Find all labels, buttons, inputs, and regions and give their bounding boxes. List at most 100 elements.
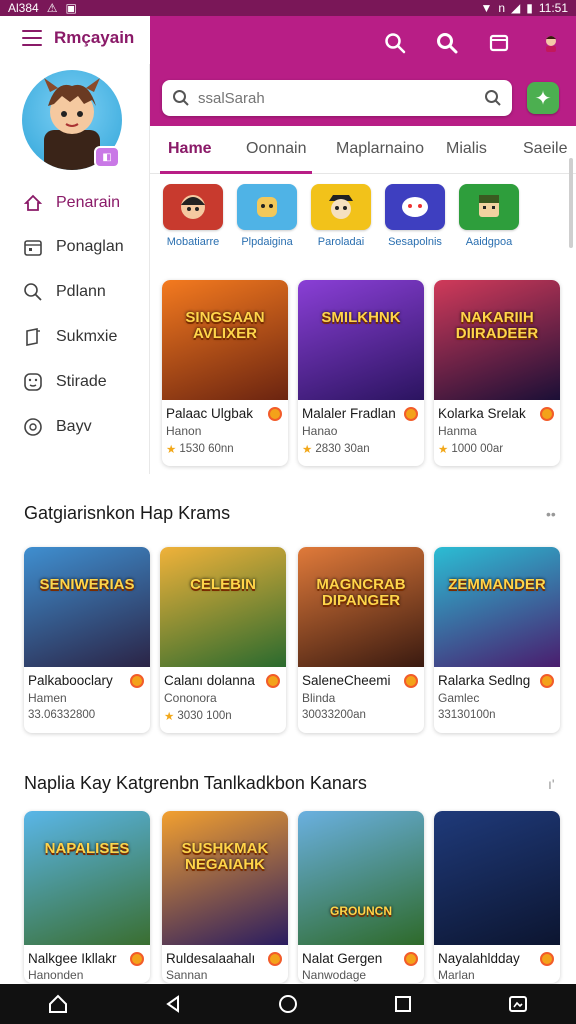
screenshot-icon[interactable] (504, 990, 532, 1018)
category-item[interactable]: Sesapolnis (380, 184, 450, 248)
tab-3[interactable]: Mialis (446, 140, 487, 158)
game-art: SMILKHNK (298, 280, 424, 400)
game-name: Nalat Gergen (302, 951, 383, 966)
star-icon: ★ (166, 444, 177, 456)
game-meta-text: 3030 100n (177, 710, 232, 722)
coin-icon (268, 952, 282, 966)
game-card[interactable]: ZEMMANDER Ralarka Sedlng Gamlec 33130100… (434, 547, 560, 733)
signal-icon: ◢ (511, 1, 521, 15)
game-meta: ★ 3030 100n (164, 709, 232, 723)
sidebar-item-label: Sukmxie (56, 328, 118, 345)
sidebar-item-3[interactable]: Sukmxie (22, 326, 117, 348)
category-thumbnail (237, 184, 297, 230)
game-name: Ralarka Sedlng (438, 673, 531, 688)
game-card[interactable]: NAPALISES Nalkgee Ikllakr Hanonden (24, 811, 150, 983)
search-icon[interactable] (380, 28, 410, 58)
sidebar-item-1[interactable]: Ponaglan (22, 236, 124, 258)
search-icon (22, 281, 44, 303)
sidebar-item-2[interactable]: Pdlann (22, 281, 106, 303)
search-icon (173, 90, 189, 106)
game-subtitle: Nanwodage (302, 968, 367, 982)
menu-icon[interactable] (22, 30, 42, 46)
game-card[interactable]: CELEBIN Calanı dolanna Cononora ★ 3030 10… (160, 547, 286, 733)
sidebar-item-label: Stirade (56, 373, 107, 390)
sidebar-item-0[interactable]: Penarain (22, 192, 120, 214)
home-circle-icon[interactable] (274, 990, 302, 1018)
category-thumbnail (385, 184, 445, 230)
section-title: Naplia Kay Katgrenbn Tanlkadkbon Kanars (24, 773, 367, 793)
game-card[interactable]: Nayalahldday Marlan (434, 811, 560, 983)
category-item[interactable]: Mobatiarre (158, 184, 228, 248)
category-item[interactable]: Aaidgpoa (454, 184, 524, 248)
game-name: Ruldesalaahalı (166, 951, 256, 966)
game-art: SINGSAAN AVLIXER (162, 280, 288, 400)
game-meta-text: 1530 60nn (179, 443, 234, 455)
game-name: Nayalahldday (438, 951, 520, 966)
game-art: SUSHKMAK NEGAIAHK (162, 811, 288, 945)
game-card[interactable]: SUSHKMAK NEGAIAHK Ruldesalaahalı Sannan (162, 811, 288, 983)
game-meta-text: 33130100n (438, 709, 496, 721)
game-meta-text: 1000 00ar (451, 443, 504, 455)
section-title: Gatgiarisnkon Hap Krams (24, 503, 231, 523)
sidebar-item-label: Pdlann (56, 283, 106, 300)
game-card[interactable]: NAKARIIH DIIRADEER Kolarka Srelak Hanma … (434, 280, 560, 466)
window-icon[interactable] (484, 28, 514, 58)
game-card[interactable]: SMILKHNK Malaler Fradlan Hanao ★ 2830 30a… (298, 280, 424, 466)
category-thumbnail (163, 184, 223, 230)
game-art: MAGNCRAB DIPANGER (298, 547, 424, 667)
game-art: GROUNCN (298, 811, 424, 945)
search-alt-icon[interactable] (432, 28, 462, 58)
tab-bar: Hame Oonnain Maplarnaino Mialis Saeile (150, 128, 576, 174)
game-subtitle: Hanon (166, 424, 202, 438)
sidebar-item-label: Bayv (56, 418, 92, 435)
recents-icon[interactable] (389, 990, 417, 1018)
search-submit-icon[interactable] (484, 89, 502, 107)
sidebar-item-label: Ponaglan (56, 238, 124, 255)
category-item[interactable]: Plpdaigina (232, 184, 302, 248)
coin-icon (268, 407, 282, 421)
game-art: NAPALISES (24, 811, 150, 945)
game-name: Nalkgee Ikllakr (28, 951, 117, 966)
search-bar[interactable] (162, 80, 512, 116)
game-name: SaleneCheemi (302, 673, 391, 688)
tab-0[interactable]: Hame (168, 140, 212, 158)
game-card[interactable]: SINGSAAN AVLIXER Palaac Ulgbak Hanon ★ 15… (162, 280, 288, 466)
coin-icon (540, 407, 554, 421)
status-left-text: Al384 (8, 1, 39, 15)
calendar-icon (22, 236, 44, 258)
game-name: Calanı dolanna (164, 673, 255, 688)
status-bar: Al384 ⚠ ▣ ▼ n ◢ ▮ 11:51 (0, 0, 576, 16)
top-actions (380, 28, 566, 58)
category-item[interactable]: Paroladai (306, 184, 376, 248)
game-subtitle: Hanma (438, 424, 477, 438)
category-label: Sesapolnis (388, 236, 442, 248)
face-icon (22, 371, 44, 393)
tab-1[interactable]: Oonnain (246, 140, 307, 158)
sidebar-item-5[interactable]: Bayv (22, 416, 92, 438)
category-label: Mobatiarre (166, 236, 220, 248)
game-art: NAKARIIH DIIRADEER (434, 280, 560, 400)
tab-4[interactable]: Saeile (523, 140, 567, 158)
game-card[interactable]: SENIWERIAS Palkabooclary Hamen 33.063328… (24, 547, 150, 733)
home-nav-icon[interactable] (44, 990, 72, 1018)
game-subtitle: Hamen (28, 691, 67, 705)
back-icon[interactable] (159, 990, 187, 1018)
warning-icon: ⚠ (46, 1, 58, 15)
game-meta: ★ 1530 60nn (166, 442, 234, 456)
section-more-button[interactable]: ı' (548, 776, 555, 792)
category-thumbnail (311, 184, 371, 230)
game-meta: 33130100n (438, 709, 496, 721)
sidebar-item-4[interactable]: Stirade (22, 371, 107, 393)
game-card[interactable]: MAGNCRAB DIPANGER SaleneCheemi Blinda 30… (298, 547, 424, 733)
tab-2[interactable]: Maplarnaino (336, 140, 424, 158)
profile-icon[interactable] (536, 28, 566, 58)
game-subtitle: Cononora (164, 691, 217, 705)
search-input[interactable] (198, 89, 484, 107)
clock: 11:51 (538, 1, 568, 15)
game-card[interactable]: GROUNCN Nalat Gergen Nanwodage (298, 811, 424, 983)
sparkle-button[interactable]: ✦ (527, 82, 559, 114)
game-meta-text: 30033200an (302, 709, 366, 721)
section-more-button[interactable]: •• (546, 506, 556, 522)
category-label: Aaidgpoa (465, 236, 513, 248)
coin-icon (130, 952, 144, 966)
